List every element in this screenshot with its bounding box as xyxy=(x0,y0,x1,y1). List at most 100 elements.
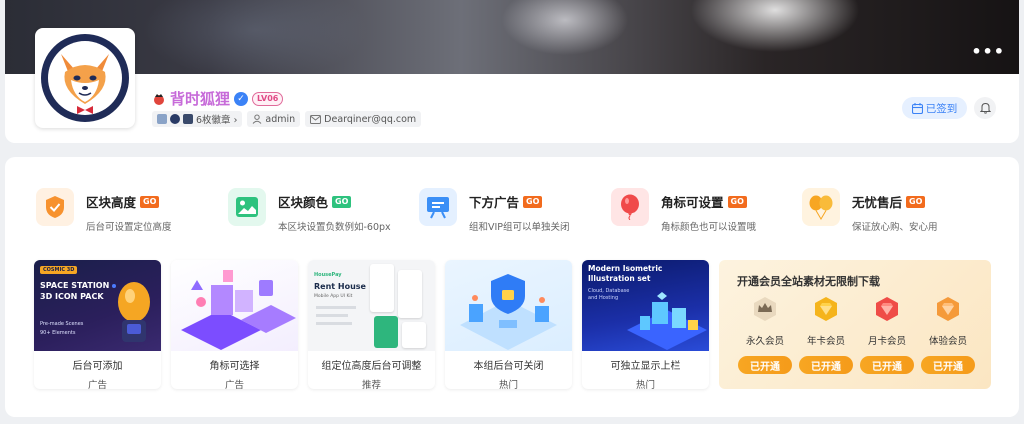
user-title-icon xyxy=(154,93,164,105)
thumb-tag: 推荐 xyxy=(361,380,381,389)
feature-item-corner-badge[interactable]: 角标可设置 GO 角标颜色也可以设置哦 xyxy=(611,187,791,237)
crown-gem-icon xyxy=(754,297,776,321)
thumb-image: COSMIC 3D SPACE STATION 3D ICON PACK Pre… xyxy=(34,260,161,351)
thumb-bullet: Pre-made Scenes xyxy=(40,321,84,327)
feature-title: 无忧售后 GO xyxy=(852,192,926,211)
isometric-illustration-icon xyxy=(181,270,296,350)
feature-desc: 角标颜色也可以设置哦 xyxy=(661,222,757,233)
thumb-badge: COSMIC 3D xyxy=(40,266,78,274)
vip-name: 年卡会员 xyxy=(806,336,845,347)
mail-icon xyxy=(310,114,322,124)
role-tag: admin xyxy=(247,111,301,127)
feature-title-text: 角标可设置 xyxy=(661,195,724,210)
gold-diamond-icon xyxy=(815,297,837,321)
more-menu-button[interactable]: ••• xyxy=(971,44,1005,60)
avatar[interactable] xyxy=(35,28,135,128)
feature-title-text: 无忧售后 xyxy=(852,195,903,210)
thumb-bullets: Pre-made Scenes 90+ Elements xyxy=(40,320,83,338)
medals-tag[interactable]: 6枚徽章 › xyxy=(152,111,243,127)
thumb-card-isometric-cloud[interactable]: Modern Isometric Illustration set Cloud,… xyxy=(582,260,709,389)
go-badge: GO xyxy=(332,195,352,208)
red-diamond-icon xyxy=(876,297,898,321)
fox-avatar-icon xyxy=(41,34,129,122)
feature-item-block-color[interactable]: 区块颜色 GO 本区块设置负数例如-60px xyxy=(228,187,408,237)
feature-item-bottom-ad[interactable]: 下方广告 GO 组和VIP组可以单独关闭 xyxy=(419,187,599,237)
profile-banner: ••• xyxy=(5,0,1019,74)
image-icon xyxy=(236,197,258,217)
thumb-title: 本组后台可关闭 xyxy=(473,361,544,372)
thumb-title: 角标可选择 xyxy=(209,361,260,372)
user-name[interactable]: 背时狐狸 xyxy=(170,88,230,109)
thumb-tag: 热门 xyxy=(635,380,655,389)
feature-title: 角标可设置 GO xyxy=(661,192,747,211)
go-badge: GO xyxy=(523,195,543,208)
vip-activated-button[interactable]: 已开通 xyxy=(738,356,792,374)
vip-item-monthly: 月卡会员 已开通 xyxy=(858,296,916,374)
user-name-row: 背时狐狸 ✓ LV06 xyxy=(152,88,284,109)
vip-activated-button[interactable]: 已开通 xyxy=(921,356,975,374)
medal-icon-2 xyxy=(170,114,180,124)
presentation-icon xyxy=(427,197,449,219)
thumb-title: 后台可添加 xyxy=(72,361,123,372)
feature-item-block-height[interactable]: 区块高度 GO 后台可设置定位高度 xyxy=(36,187,216,237)
vip-name: 月卡会员 xyxy=(867,336,906,347)
features-card: 区块高度 GO 后台可设置定位高度 区块颜色 GO 本区块设置负数例如-60px xyxy=(5,157,1019,417)
thumb-tag: 热门 xyxy=(498,380,518,389)
feature-icon-box xyxy=(611,188,649,226)
thumb-title: 组定位高度后台可调整 xyxy=(321,361,422,372)
feature-title: 下方广告 GO xyxy=(469,192,543,211)
vip-item-annual: 年卡会员 已开通 xyxy=(797,296,855,374)
phone-mock-1 xyxy=(370,264,394,312)
feature-desc: 本区块设置负数例如-60px xyxy=(278,222,391,233)
thumb-headline: SPACE STATION 3D ICON PACK xyxy=(40,281,110,301)
thumb-card-space-station[interactable]: COSMIC 3D SPACE STATION 3D ICON PACK Pre… xyxy=(34,260,161,389)
thumb-image xyxy=(445,260,572,351)
orange-diamond-icon xyxy=(937,297,959,321)
calendar-icon xyxy=(911,102,923,114)
feature-icon-box xyxy=(802,188,840,226)
email-tag: Dearqiner@qq.com xyxy=(305,111,422,127)
signin-button[interactable]: 已签到 xyxy=(902,97,967,119)
feature-title-text: 下方广告 xyxy=(469,195,520,210)
thumb-card-security[interactable]: 本组后台可关闭 热门 xyxy=(445,260,572,389)
vip-activated-button[interactable]: 已开通 xyxy=(799,356,853,374)
go-badge: GO xyxy=(727,195,747,208)
thumb-image: HousePay Rent House Mobile App UI Kit xyxy=(308,260,435,351)
phone-mock-3 xyxy=(374,316,398,348)
user-tags: 6枚徽章 › admin Dearqiner@qq.com xyxy=(152,111,422,127)
balloons-icon xyxy=(809,195,833,220)
vip-activated-button[interactable]: 已开通 xyxy=(860,356,914,374)
thumb-brand: HousePay xyxy=(314,272,342,278)
notification-button[interactable] xyxy=(974,97,996,119)
phone-mock-2 xyxy=(398,270,422,318)
vip-item-trial: 体验会员 已开通 xyxy=(919,296,977,374)
medal-icon-3 xyxy=(183,114,193,124)
feature-icon-box xyxy=(228,188,266,226)
security-illustration-icon xyxy=(460,274,557,350)
thumb-headline: Modern Isometric Illustration set xyxy=(588,264,663,283)
feature-icon-box xyxy=(419,188,457,226)
shield-check-icon xyxy=(46,196,64,218)
medal-icon-1 xyxy=(157,114,167,124)
vip-panel: 开通会员全站素材无限制下载 永久会员 已开通 年卡会员 已开通 月卡会员 已开通… xyxy=(719,260,991,389)
feature-title: 区块高度 GO xyxy=(86,192,160,211)
go-badge: GO xyxy=(140,195,160,208)
thumb-line xyxy=(316,314,348,317)
thumb-card-rent-house[interactable]: HousePay Rent House Mobile App UI Kit 组定… xyxy=(308,260,435,389)
thumb-line xyxy=(316,322,352,325)
thumb-card-isometric-purple[interactable]: 角标可选择 广告 xyxy=(171,260,298,389)
vip-item-permanent: 永久会员 已开通 xyxy=(736,296,794,374)
phone-mock-4 xyxy=(402,322,426,348)
vip-name: 永久会员 xyxy=(745,336,784,347)
verified-icon: ✓ xyxy=(234,91,249,106)
bell-icon xyxy=(979,102,991,114)
thumb-image xyxy=(171,260,298,351)
feature-item-after-sales[interactable]: 无忧售后 GO 保证放心购、安心用 xyxy=(802,187,982,237)
role-label: admin xyxy=(265,113,296,125)
thumb-line xyxy=(316,306,356,309)
signin-label: 已签到 xyxy=(925,102,958,115)
feature-desc: 后台可设置定位高度 xyxy=(86,222,172,233)
astronaut-illustration-icon xyxy=(112,282,150,342)
vip-title: 开通会员全站素材无限制下载 xyxy=(737,275,880,288)
user-icon xyxy=(253,114,262,124)
